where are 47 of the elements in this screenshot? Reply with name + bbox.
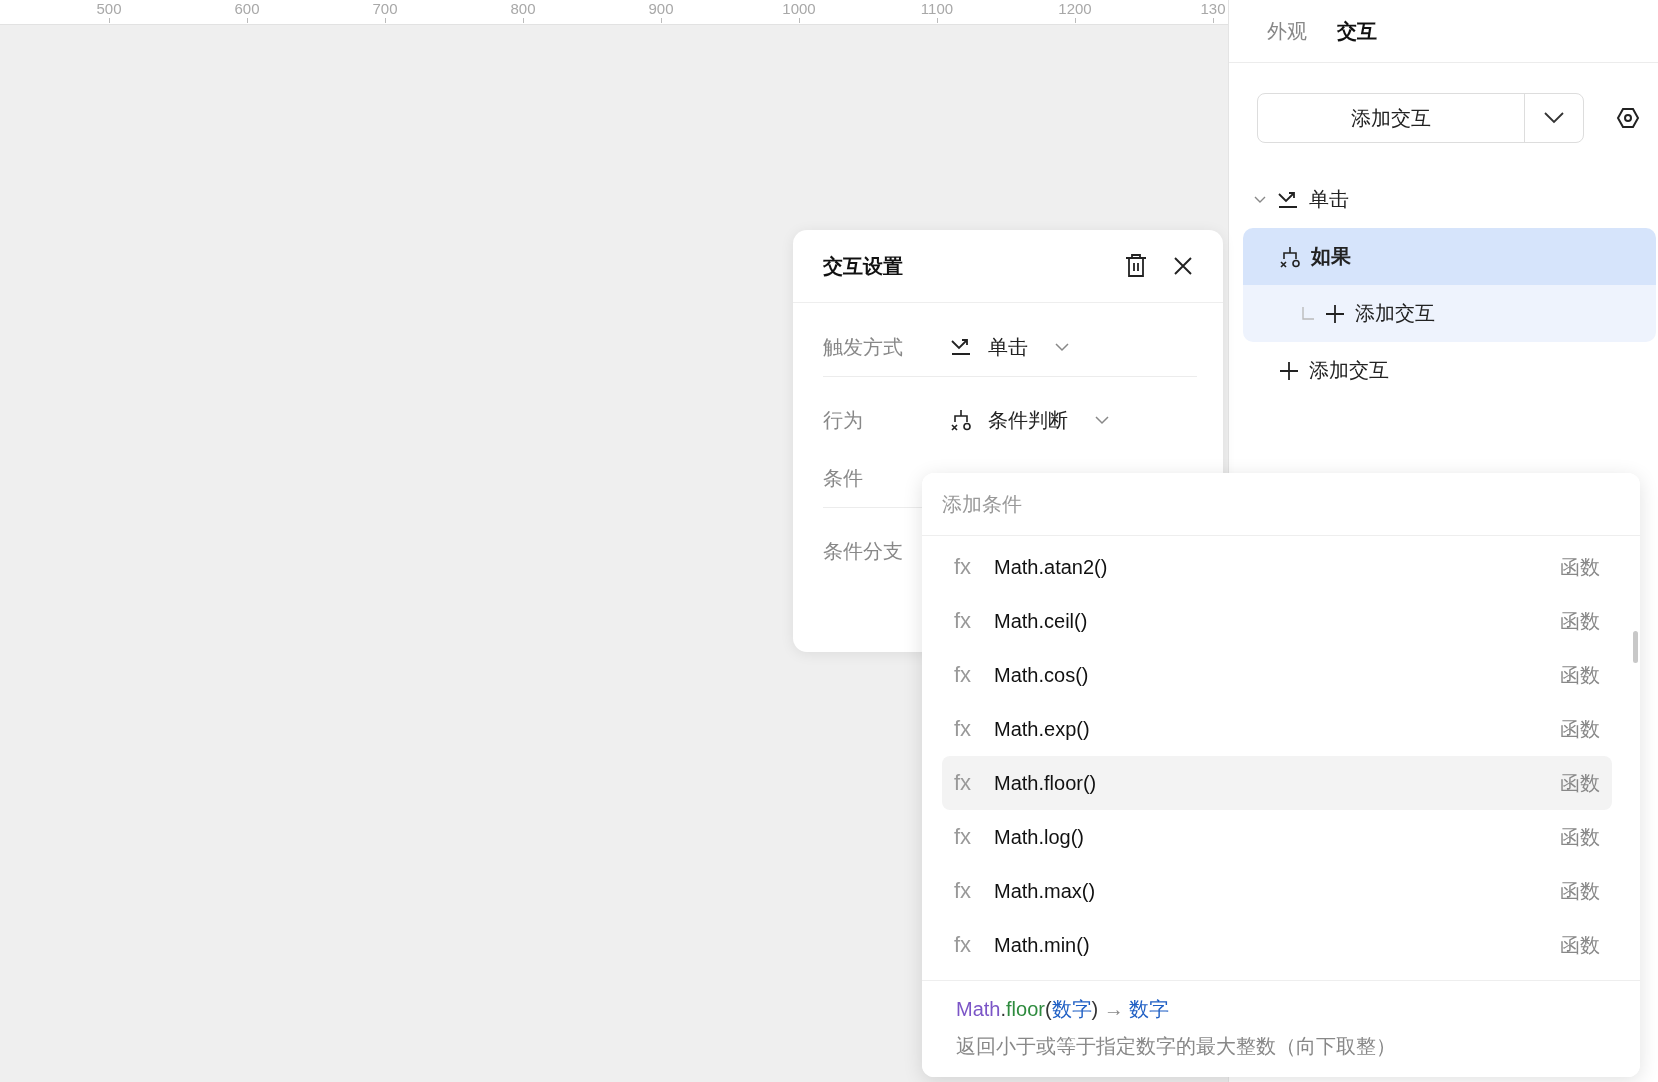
ruler-label: 600 [234, 0, 260, 18]
tree-item[interactable]: 单击 [1243, 171, 1656, 228]
settings-icon[interactable] [1616, 106, 1640, 130]
field-label: 条件 [823, 465, 864, 491]
function-option[interactable]: fx Math.cos() 函数 [942, 648, 1612, 702]
ruler-label: 700 [372, 0, 398, 18]
field-label: 行为 [823, 407, 864, 433]
branch-icon [950, 409, 972, 431]
field-label: 条件分支 [823, 538, 904, 564]
select-field[interactable]: 条件判断 [950, 406, 1110, 434]
function-option[interactable]: fx Math.ceil() 函数 [942, 594, 1612, 648]
function-description: 返回小于或等于指定数字的最大整数（向下取整） [956, 1034, 1397, 1059]
function-option[interactable]: fx Math.floor() 函数 [942, 756, 1612, 810]
tree-connector [1301, 306, 1315, 321]
trigger-icon [950, 337, 972, 357]
function-option[interactable]: fx Math.atan2() 函数 [942, 540, 1612, 594]
condition-input[interactable]: 添加条件 [922, 473, 1640, 536]
branch-icon [1279, 245, 1301, 268]
caret-icon[interactable] [1054, 342, 1070, 352]
scrollbar-thumb[interactable] [1633, 631, 1638, 663]
function-option[interactable]: fx Math.log() 函数 [942, 810, 1612, 864]
trigger-icon [1277, 189, 1299, 210]
tree-item[interactable]: 如果 [1243, 228, 1656, 285]
plus-icon [1325, 303, 1345, 324]
caret-icon[interactable] [1094, 415, 1110, 425]
tree-item[interactable]: 添加交互 [1243, 342, 1656, 399]
field-label: 触发方式 [823, 334, 904, 360]
add-interaction-split-button[interactable]: 添加交互 [1257, 93, 1584, 143]
ruler-label: 1200 [1058, 0, 1092, 18]
close-icon[interactable] [1173, 256, 1193, 276]
tree-item[interactable]: 添加交互 [1243, 285, 1656, 342]
trash-icon[interactable] [1125, 254, 1147, 278]
dialog-title: 交互设置 [823, 253, 904, 279]
ruler-label: 800 [510, 0, 536, 18]
panel-tab[interactable]: 交互 [1337, 17, 1377, 45]
ruler-label: 1000 [782, 0, 816, 18]
select-field[interactable]: 单击 [950, 333, 1070, 361]
ruler-label: 900 [648, 0, 674, 18]
ruler-label: 500 [96, 0, 122, 18]
function-option[interactable]: fx Math.exp() 函数 [942, 702, 1612, 756]
ruler-label: 1100 [920, 0, 954, 18]
ruler-label: 130 [1200, 0, 1226, 18]
panel-tab[interactable]: 外观 [1267, 17, 1307, 45]
function-option[interactable]: fx Math.min() 函数 [942, 918, 1612, 972]
function-option[interactable]: fx Math.max() 函数 [942, 864, 1612, 918]
plus-icon [1279, 360, 1299, 381]
function-signature: Math.floor(数字) → 数字 [956, 997, 1171, 1022]
